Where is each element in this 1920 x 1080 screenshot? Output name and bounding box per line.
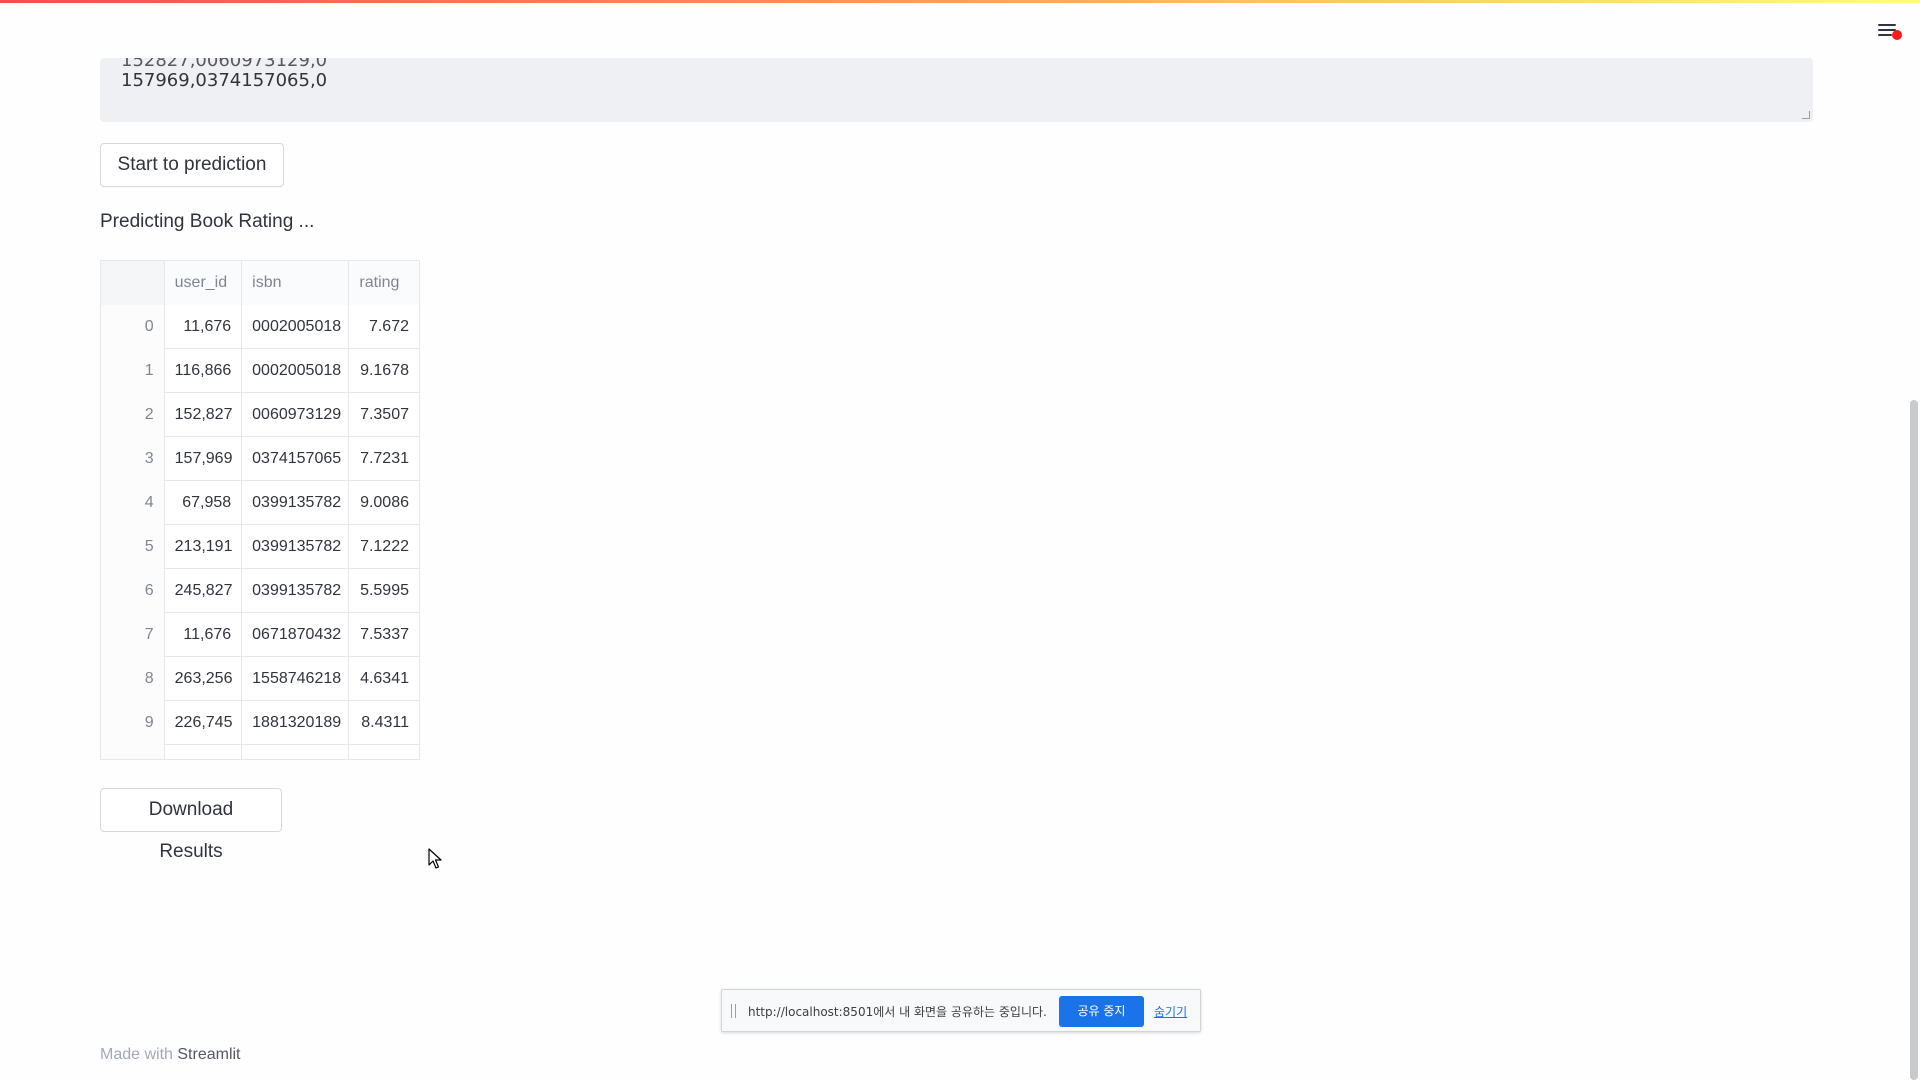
cell-user-id[interactable]: 11,676 (165, 305, 243, 349)
top-decoration-bar (0, 0, 1920, 3)
header-rating[interactable]: rating (349, 261, 419, 305)
cell-isbn[interactable]: 0002005018 (242, 305, 350, 349)
cell-user-id[interactable]: 263,256 (165, 657, 243, 701)
cell-user-id[interactable]: 67,958 (165, 481, 243, 525)
table-row[interactable]: 8 263,256 1558746218 4.6341 (101, 657, 419, 701)
cell-user-id[interactable]: 245,827 (165, 569, 243, 613)
row-index[interactable]: 3 (101, 437, 165, 481)
cell-rating[interactable]: 7.3507 (349, 393, 419, 437)
cell-rating[interactable]: 8.4311 (349, 701, 419, 745)
footer: Made with Streamlit (100, 1046, 241, 1064)
download-results-button[interactable]: Download Results (100, 788, 282, 862)
row-index[interactable]: 4 (101, 481, 165, 525)
cell-rating[interactable]: 7.1222 (349, 525, 419, 569)
row-index[interactable]: 8 (101, 657, 165, 701)
table-row[interactable]: 4 67,958 0399135782 9.0086 (101, 481, 419, 525)
header-user-id[interactable]: user_id (164, 261, 243, 305)
row-index[interactable]: 9 (101, 701, 165, 745)
screen-share-bar: http://localhost:8501에서 내 화면을 공유하는 중입니다.… (721, 989, 1201, 1032)
cell-user-id[interactable]: 11,676 (165, 613, 243, 657)
table-row[interactable]: 0 11,676 0002005018 7.672 (101, 305, 419, 349)
share-status-text: http://localhost:8501에서 내 화면을 공유하는 중입니다. (748, 1005, 1047, 1019)
cell-isbn[interactable]: 0671870432 (242, 613, 350, 657)
cell-rating[interactable]: 9.0086 (349, 481, 419, 525)
streamlit-link[interactable]: Streamlit (177, 1046, 240, 1063)
main-menu-button[interactable] (1876, 20, 1904, 44)
table-row[interactable]: 7 11,676 0671870432 7.5337 (101, 613, 419, 657)
table-row-partial (101, 745, 419, 759)
table-body: 0 11,676 0002005018 7.672 1 116,866 0002005018… (101, 305, 419, 759)
cell-isbn[interactable]: 0399135782 (242, 525, 350, 569)
table-row[interactable]: 5 213,191 0399135782 7.1222 (101, 525, 419, 569)
stop-sharing-button[interactable]: 공유 중지 (1059, 996, 1144, 1027)
cell-isbn[interactable]: 0060973129 (242, 393, 350, 437)
drag-handle-icon[interactable] (731, 1004, 737, 1018)
cell-rating[interactable]: 7.7231 (349, 437, 419, 481)
hide-link[interactable]: 숨기기 (1154, 1003, 1187, 1020)
cell-user-id[interactable]: 213,191 (165, 525, 243, 569)
empty-cell (349, 745, 419, 759)
resize-handle[interactable] (1802, 111, 1810, 119)
row-index[interactable]: 7 (101, 613, 165, 657)
results-table[interactable]: user_id isbn rating 0 11,676 0002005018 7.6… (100, 260, 420, 760)
empty-cell (242, 745, 350, 759)
status-text: Predicting Book Rating ... (100, 211, 315, 232)
cell-isbn[interactable]: 0374157065 (242, 437, 350, 481)
cell-rating[interactable]: 7.672 (349, 305, 419, 349)
row-index[interactable]: 1 (101, 349, 165, 393)
empty-cell (165, 745, 243, 759)
table-row[interactable]: 9 226,745 1881320189 8.4311 (101, 701, 419, 745)
cell-isbn[interactable]: 0399135782 (242, 481, 350, 525)
row-index[interactable]: 2 (101, 393, 165, 437)
row-index[interactable]: 0 (101, 305, 165, 349)
cell-rating[interactable]: 7.5337 (349, 613, 419, 657)
cell-user-id[interactable]: 226,745 (165, 701, 243, 745)
page-scrollbar[interactable] (1910, 400, 1918, 1080)
table-row[interactable]: 6 245,827 0399135782 5.5995 (101, 569, 419, 613)
cell-isbn[interactable]: 1558746218 (242, 657, 350, 701)
table-header-row: user_id isbn rating (101, 261, 419, 305)
cell-isbn[interactable]: 0002005018 (242, 349, 350, 393)
csv-input-textarea[interactable]: 152827,0060973129,0 157969,0374157065,0 (100, 58, 1813, 122)
cell-user-id[interactable]: 152,827 (165, 393, 243, 437)
table-row[interactable]: 3 157,969 0374157065 7.7231 (101, 437, 419, 481)
cell-isbn[interactable]: 0399135782 (242, 569, 350, 613)
start-prediction-button[interactable]: Start to prediction (100, 143, 284, 187)
cell-rating[interactable]: 4.6341 (349, 657, 419, 701)
cell-rating[interactable]: 5.5995 (349, 569, 419, 613)
row-index[interactable]: 6 (101, 569, 165, 613)
notification-dot (1892, 30, 1902, 40)
header-index (101, 261, 165, 305)
table-row[interactable]: 2 152,827 0060973129 7.3507 (101, 393, 419, 437)
mouse-pointer-icon (428, 848, 442, 869)
cell-rating[interactable]: 9.1678 (349, 349, 419, 393)
cell-user-id[interactable]: 157,969 (165, 437, 243, 481)
cell-user-id[interactable]: 116,866 (165, 349, 243, 393)
table-row[interactable]: 1 116,866 0002005018 9.1678 (101, 349, 419, 393)
empty-cell (101, 745, 165, 759)
row-index[interactable]: 5 (101, 525, 165, 569)
cell-isbn[interactable]: 1881320189 (242, 701, 350, 745)
footer-prefix: Made with (100, 1046, 173, 1063)
textarea-line: 157969,0374157065,0 (121, 70, 328, 91)
header-isbn[interactable]: isbn (242, 261, 350, 305)
